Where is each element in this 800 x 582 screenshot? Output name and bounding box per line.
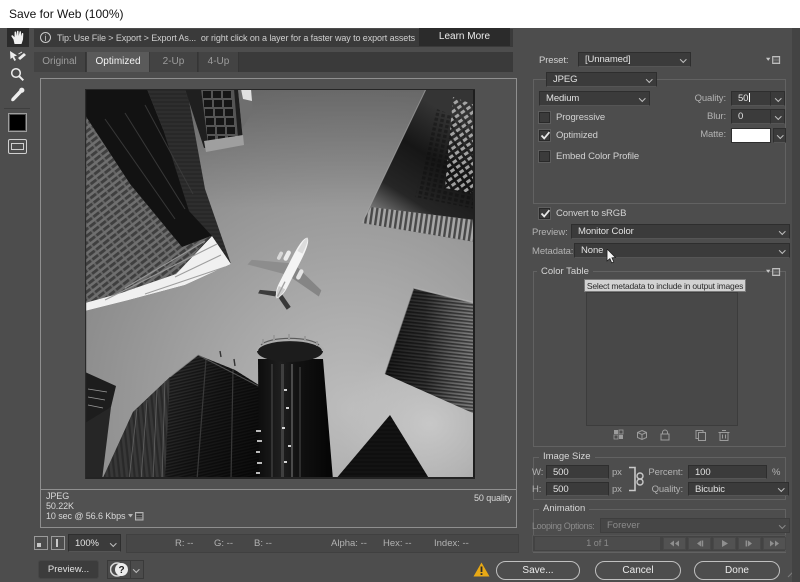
svg-text:?: ? bbox=[118, 565, 124, 576]
